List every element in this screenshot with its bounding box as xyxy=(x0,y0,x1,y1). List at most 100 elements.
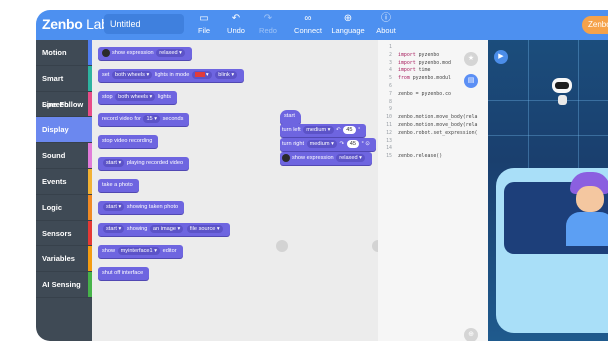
block-text: stop video recording xyxy=(102,138,153,144)
block-text: show xyxy=(102,248,116,254)
book-icon[interactable]: ▤ xyxy=(464,74,478,88)
block-stop-video-recording[interactable]: stop video recording xyxy=(98,135,159,148)
category-variables[interactable]: Variables xyxy=(36,246,92,273)
category-logic[interactable]: Logic xyxy=(36,194,92,221)
zenbo-robot-icon xyxy=(552,78,572,93)
file-source-dropdown[interactable]: file source ▾ xyxy=(186,225,223,233)
image-dropdown[interactable]: an image ▾ xyxy=(149,225,184,233)
expression-dropdown[interactable]: relaxed ▾ xyxy=(336,154,365,162)
line-number: 7 xyxy=(389,90,392,97)
code-text: zenbo.release() xyxy=(398,153,443,160)
interface-dropdown[interactable]: myinterface1 ▾ xyxy=(117,247,161,255)
line-number: 9 xyxy=(389,106,392,113)
code-text: time xyxy=(415,67,431,74)
category-ai-sensing[interactable]: AI Sensing xyxy=(36,272,92,298)
info-icon: ⓘ xyxy=(381,13,391,24)
dropdown-value: both wheels xyxy=(115,72,145,78)
category-label: Sensors xyxy=(42,228,72,238)
speed-dropdown[interactable]: medium ▾ xyxy=(306,140,337,148)
line-number: 14 xyxy=(386,145,392,152)
code-keyword: import xyxy=(398,67,416,74)
block-text: stop xyxy=(102,94,113,100)
category-label: Motion xyxy=(42,48,67,57)
dropdown-value: relaxed xyxy=(159,50,178,56)
block-show-interface-editor[interactable]: show myinterface1 ▾ editor xyxy=(98,245,183,258)
block-text: playing recorded video xyxy=(126,160,184,166)
start-dropdown[interactable]: start ▾ xyxy=(103,203,125,211)
dropdown-value: file source xyxy=(189,226,216,232)
connect-button[interactable]: ∞ Connect xyxy=(286,12,330,38)
block-text: showing taken photo xyxy=(126,204,179,210)
simulator-stage: ▶ xyxy=(488,40,608,341)
line-number: 6 xyxy=(389,82,392,89)
block-stop-lights[interactable]: stop both wheels ▾ lights xyxy=(98,91,177,104)
dropdown-value: both wheels xyxy=(118,94,148,100)
account-button[interactable]: Zenbo xyxy=(582,16,608,34)
wheels-dropdown[interactable]: both wheels ▾ xyxy=(115,93,156,101)
block-showing-image[interactable]: start ▾ showing an image ▾ file source ▾ xyxy=(98,223,230,236)
block-showing-taken-photo[interactable]: start ▾ showing taken photo xyxy=(98,201,185,214)
wheels-dropdown[interactable]: both wheels ▾ xyxy=(112,71,153,79)
duration-dropdown[interactable]: 15 ▾ xyxy=(143,115,161,123)
category-motion[interactable]: Motion xyxy=(36,40,92,66)
block-set-lights[interactable]: set both wheels ▾ lights in mode ▾ blink… xyxy=(98,69,245,82)
block-text: turn right xyxy=(282,141,305,147)
category-smart-speech[interactable]: Smart Speech xyxy=(36,65,92,109)
block-show-expression-script[interactable]: show expression relaxed ▾ xyxy=(280,152,372,165)
dropdown-value: an image xyxy=(152,226,176,232)
play-icon[interactable]: ▶ xyxy=(494,50,508,64)
block-text: record video for xyxy=(102,116,141,122)
block-shut-off-interface[interactable]: shut off interface xyxy=(98,267,150,280)
block-text: take a photo xyxy=(102,182,133,188)
category-label: Variables xyxy=(42,254,75,264)
dropdown-value: myinterface1 xyxy=(120,248,153,254)
block-turn-left[interactable]: turn left medium ▾ ↶ 45 ° xyxy=(280,124,367,137)
category-label: Line Follow xyxy=(42,99,84,109)
category-sensors[interactable]: Sensors xyxy=(36,220,92,247)
start-dropdown[interactable]: start ▾ xyxy=(103,225,125,233)
block-start-hat[interactable]: start xyxy=(280,110,301,124)
category-sound[interactable]: Sound xyxy=(36,143,92,169)
category-events[interactable]: Events xyxy=(36,168,92,195)
speed-dropdown[interactable]: medium ▾ xyxy=(303,126,334,134)
block-show-expression[interactable]: show expression relaxed ▾ xyxy=(98,47,192,60)
dropdown-value: start xyxy=(106,160,117,166)
category-line-follow[interactable]: Line Follow xyxy=(36,91,92,118)
block-text: lights xyxy=(157,94,171,100)
expression-dropdown[interactable]: relaxed ▾ xyxy=(156,49,185,57)
redo-button[interactable]: ↷ Redo xyxy=(246,12,290,38)
block-text: turn left xyxy=(282,127,301,133)
line-number: 4 xyxy=(389,67,392,74)
dropdown-value: medium xyxy=(309,141,330,147)
block-record-video[interactable]: record video for 15 ▾ seconds xyxy=(98,113,190,126)
project-name-input[interactable]: Untitled xyxy=(104,14,184,34)
block-playing-recorded-video[interactable]: start ▾ playing recorded video xyxy=(98,157,190,170)
dropdown-value: medium xyxy=(306,127,327,133)
color-dropdown[interactable]: ▾ xyxy=(191,71,212,79)
face-icon xyxy=(102,48,110,57)
angle-input[interactable]: 45 xyxy=(346,140,359,148)
category-display[interactable]: Display xyxy=(36,117,92,144)
angle-input[interactable]: 45 xyxy=(343,126,356,134)
block-text: lights in mode xyxy=(154,72,190,78)
pin-icon[interactable]: ★ xyxy=(464,52,478,66)
line-number: 2 xyxy=(389,51,392,58)
dropdown-value: start xyxy=(106,204,117,210)
line-number: 12 xyxy=(386,129,392,136)
category-label: Events xyxy=(42,176,67,186)
script-workspace[interactable]: start turn left medium ▾ ↶ 45 ° turn rig… xyxy=(276,40,384,341)
dropdown-value: relaxed xyxy=(339,155,358,161)
category-label: Sound xyxy=(42,151,66,161)
collapse-palette-handle[interactable] xyxy=(276,240,288,252)
about-button[interactable]: ⓘ About xyxy=(364,12,408,38)
block-turn-right[interactable]: turn right medium ▾ ↷ 45 ° ⊙ xyxy=(280,138,376,151)
block-text: shut off interface xyxy=(102,270,144,276)
mode-dropdown[interactable]: blink ▾ xyxy=(215,71,238,79)
block-text: show expression xyxy=(112,50,154,56)
start-dropdown[interactable]: start ▾ xyxy=(103,159,125,167)
block-take-photo[interactable]: take a photo xyxy=(98,179,139,192)
app-logo: Zenbo Lab xyxy=(42,16,109,32)
redo-label: Redo xyxy=(259,26,277,35)
recenter-icon[interactable]: ⊕ xyxy=(464,328,478,341)
code-keyword: import xyxy=(398,51,416,58)
